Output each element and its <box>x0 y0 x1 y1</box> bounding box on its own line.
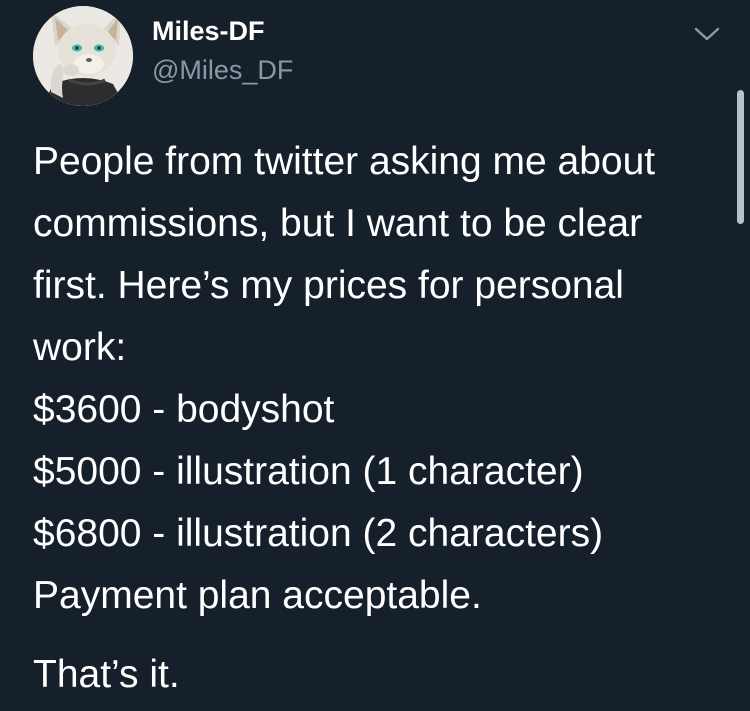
display-name[interactable]: Miles-DF <box>152 14 265 48</box>
chevron-down-icon <box>694 27 720 41</box>
tweet-text-line: $6800 - illustration (2 characters) <box>33 512 604 555</box>
tweet-text-line: People from twitter asking me about <box>33 140 656 183</box>
fox-character-avatar-icon <box>33 6 133 106</box>
tweet-closing-line: That’s it. <box>33 653 180 696</box>
tweet-text: People from twitter asking me about comm… <box>33 131 733 627</box>
tweet-text-line: Payment plan acceptable. <box>33 574 482 617</box>
tweet-text-line: $5000 - illustration (1 character) <box>33 450 584 493</box>
user-handle[interactable]: @Miles_DF <box>152 53 293 87</box>
tweet: Miles-DF @Miles_DF People from twitter a… <box>0 0 750 711</box>
tweet-text-line: first. Here’s my prices for personal <box>33 264 624 307</box>
avatar[interactable] <box>33 6 133 106</box>
scrollbar[interactable] <box>737 90 744 224</box>
tweet-menu-button[interactable] <box>690 20 724 48</box>
tweet-text-line: work: <box>33 326 127 369</box>
tweet-text-line: commissions, but I want to be clear <box>33 202 643 245</box>
tweet-text-line: $3600 - bodyshot <box>33 388 335 431</box>
